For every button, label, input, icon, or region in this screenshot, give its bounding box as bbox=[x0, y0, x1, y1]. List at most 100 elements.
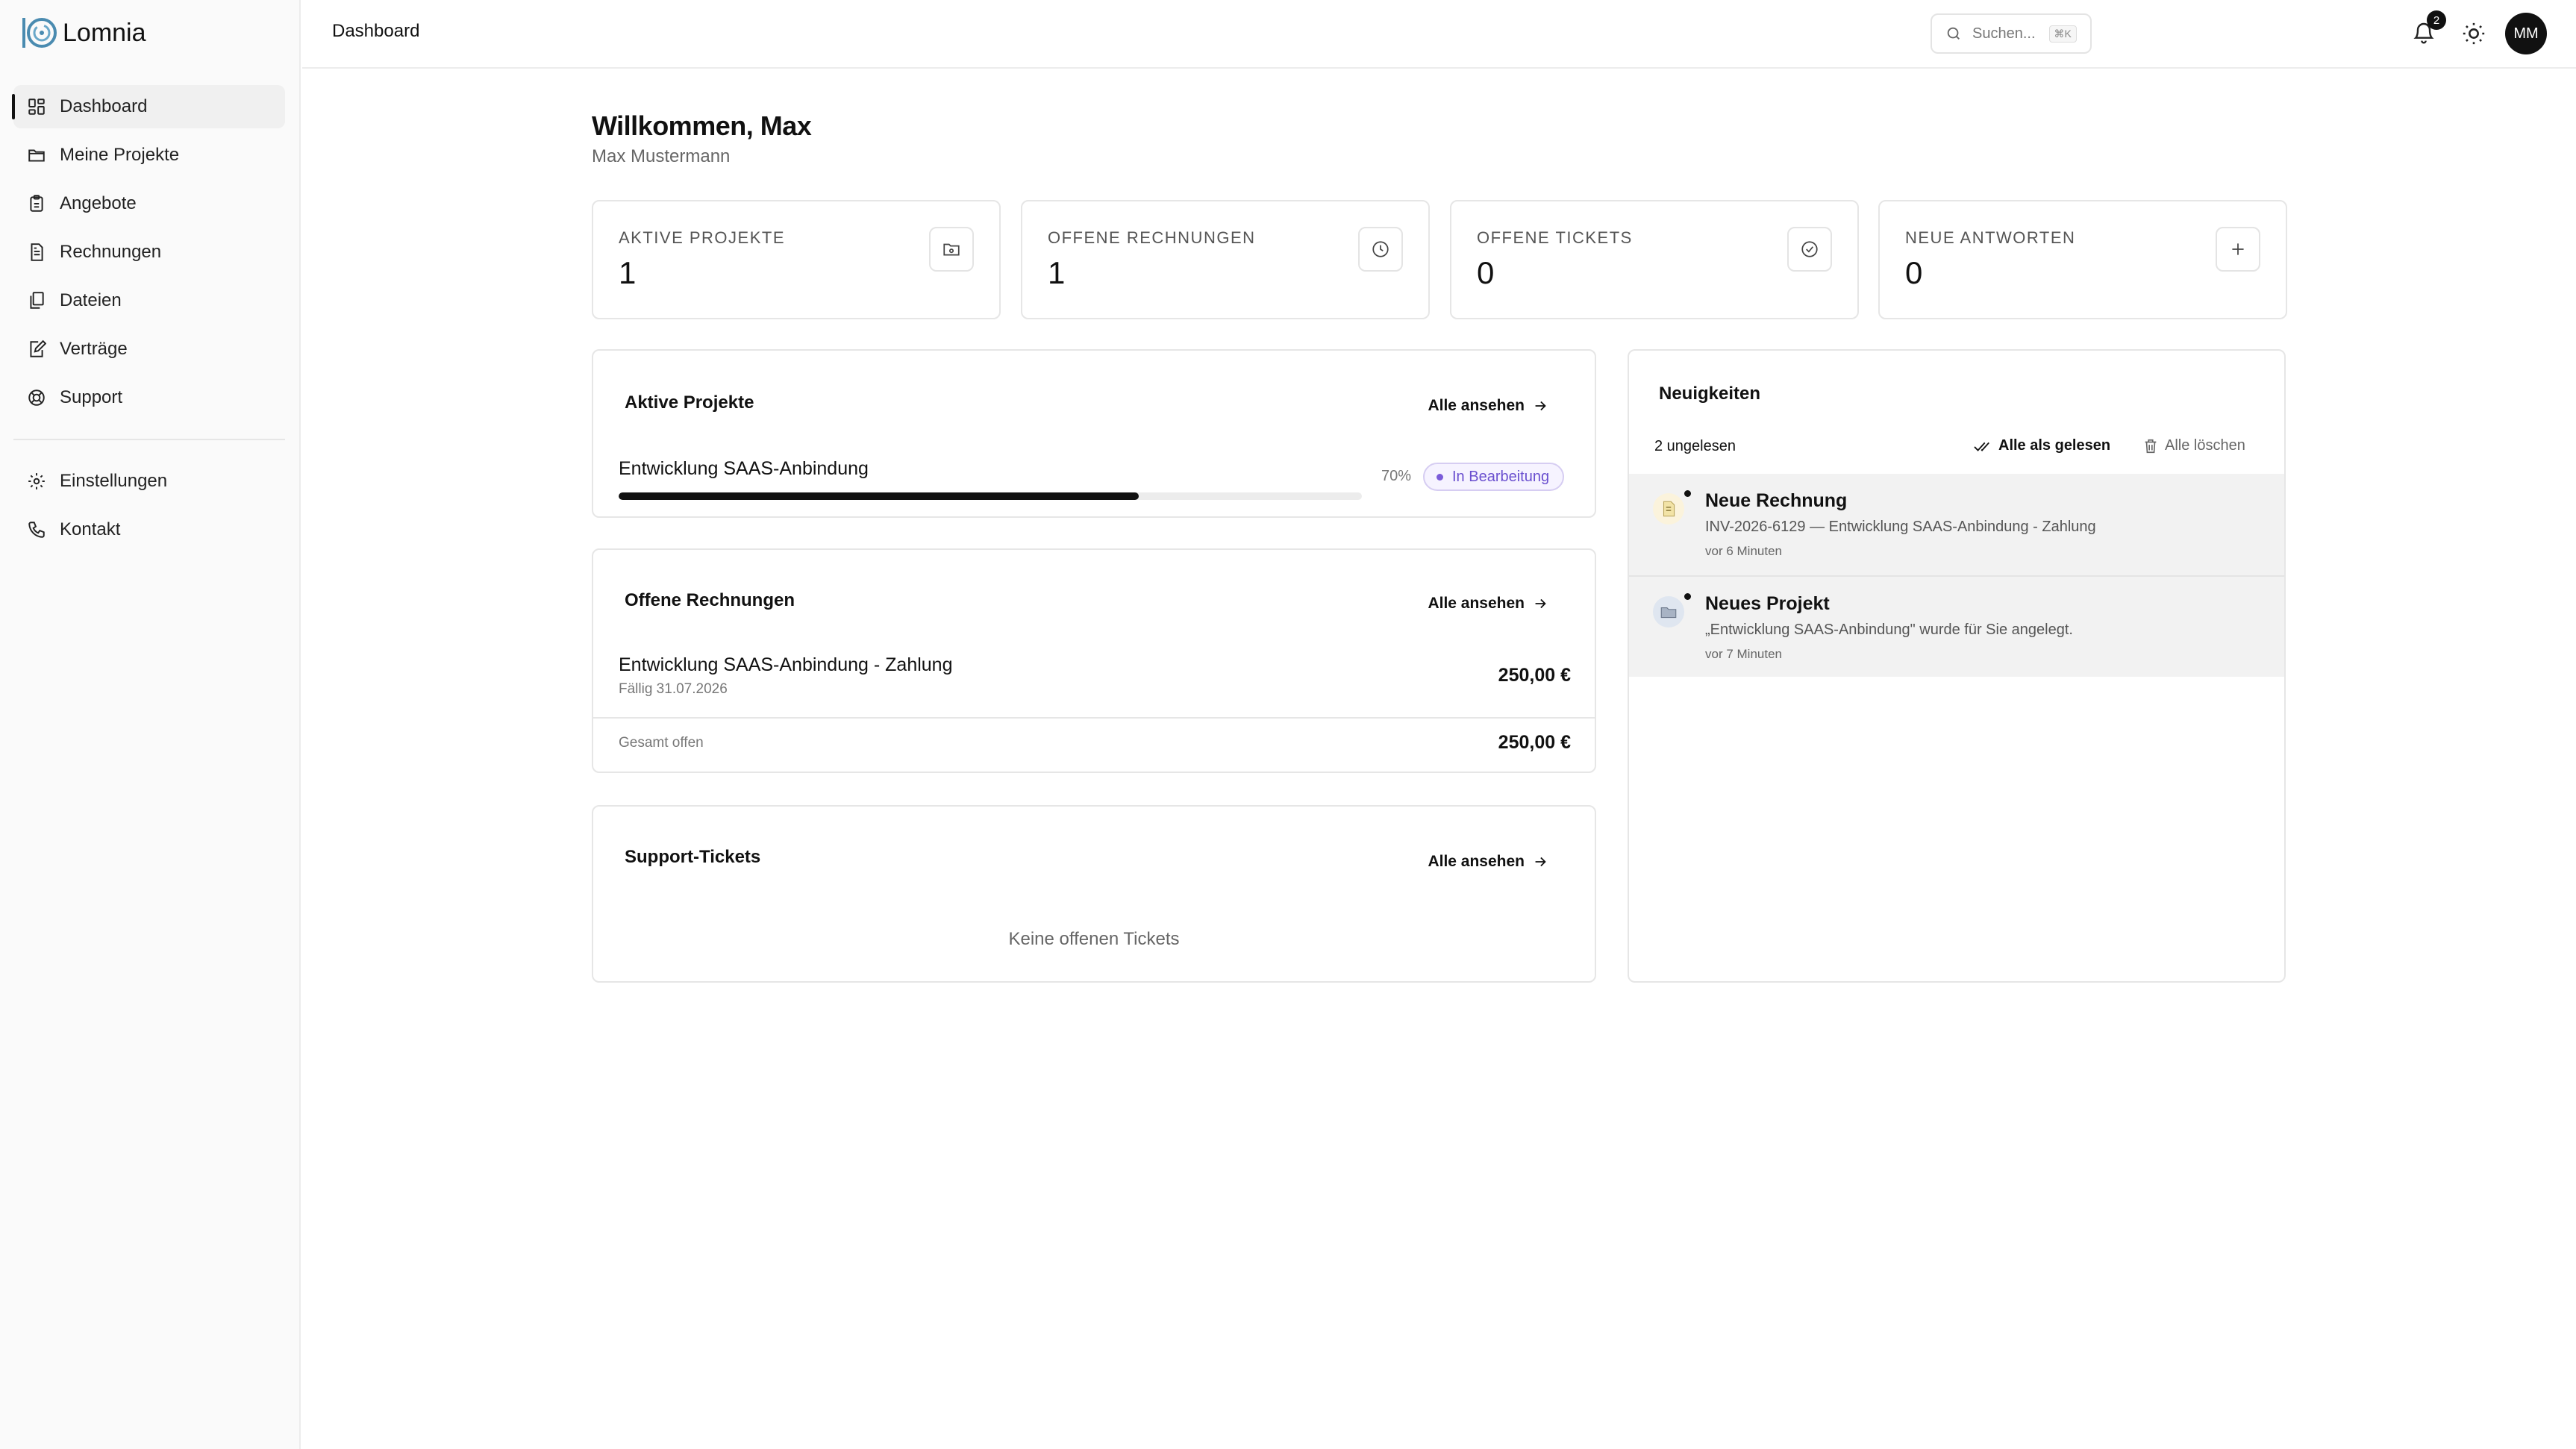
mark-all-read-label: Alle als gelesen bbox=[1998, 437, 2111, 454]
delete-all-button[interactable]: Alle löschen bbox=[2142, 437, 2245, 454]
sidebar-item-files[interactable]: Dateien bbox=[13, 279, 285, 322]
news-item[interactable]: Neues Projekt „Entwicklung SAAS-Anbindun… bbox=[1629, 575, 2284, 677]
contract-icon bbox=[30, 339, 46, 357]
files-icon bbox=[30, 292, 44, 309]
invoice-name[interactable]: Entwicklung SAAS-Anbindung - Zahlung bbox=[619, 654, 953, 676]
sidebar-item-projects[interactable]: Meine Projekte bbox=[13, 134, 285, 177]
brand[interactable]: Lomnia bbox=[21, 15, 146, 51]
stat-icon-box bbox=[2216, 227, 2260, 272]
project-icon bbox=[1660, 607, 1677, 619]
sidebar-divider bbox=[13, 439, 285, 440]
welcome-title: Willkommen, Max bbox=[592, 110, 812, 141]
search-input[interactable]: Suchen... ⌘K bbox=[1931, 13, 2092, 54]
arrow-right-icon bbox=[1535, 598, 1546, 609]
open-invoices-card: Offene Rechnungen Alle ansehen Entwicklu… bbox=[592, 548, 1596, 773]
news-card: Neuigkeiten 2 ungelesen Alle als gelesen… bbox=[1628, 349, 2286, 983]
page-title: Dashboard bbox=[332, 21, 420, 41]
sidebar-nav: Dashboard Meine Projekte Angebote Rechnu… bbox=[12, 85, 285, 425]
news-item-time: vor 7 Minuten bbox=[1705, 647, 1782, 661]
see-all-invoices-link[interactable]: Alle ansehen bbox=[1428, 595, 1548, 613]
lifebuoy-icon bbox=[28, 389, 45, 406]
trash-icon bbox=[2145, 439, 2157, 453]
invoice-due-date: Fällig 31.07.2026 bbox=[619, 681, 728, 697]
arrow-right-icon bbox=[1535, 401, 1546, 411]
sidebar-item-label: Meine Projekte bbox=[60, 145, 180, 165]
stat-card-open-invoices[interactable]: OFFENE RECHNUNGEN 1 bbox=[1021, 200, 1430, 319]
status-label: In Bearbeitung bbox=[1452, 468, 1550, 485]
card-title: Aktive Projekte bbox=[625, 392, 754, 413]
stat-value: 0 bbox=[1905, 255, 1923, 290]
card-title: Neuigkeiten bbox=[1659, 384, 1761, 404]
double-check-icon bbox=[1974, 442, 1989, 451]
total-open-label: Gesamt offen bbox=[619, 735, 704, 751]
arrow-right-icon bbox=[1535, 857, 1546, 867]
stat-label: OFFENE RECHNUNGEN bbox=[1048, 228, 1256, 247]
mark-all-read-button[interactable]: Alle als gelesen bbox=[1973, 437, 2110, 454]
stat-icon-box bbox=[1358, 227, 1403, 272]
project-progress-fill bbox=[619, 492, 1139, 500]
avatar[interactable]: MM bbox=[2505, 13, 2547, 54]
status-dot-icon bbox=[1437, 473, 1443, 481]
folder-icon bbox=[943, 243, 960, 256]
search-icon bbox=[1947, 27, 1960, 40]
card-title: Offene Rechnungen bbox=[625, 590, 795, 610]
stat-label: NEUE ANTWORTEN bbox=[1905, 228, 2076, 247]
sidebar: Lomnia Dashboard Meine Projekte Angebote… bbox=[0, 0, 301, 1449]
invoice-amount: 250,00 € bbox=[1498, 665, 1571, 686]
stat-icon-box bbox=[1787, 227, 1832, 272]
delete-all-label: Alle löschen bbox=[2165, 437, 2245, 454]
stat-card-active-projects[interactable]: AKTIVE PROJEKTE 1 bbox=[592, 200, 1001, 319]
sidebar-item-contact[interactable]: Kontakt bbox=[13, 508, 285, 551]
see-all-label: Alle ansehen bbox=[1428, 853, 1525, 870]
sidebar-item-invoices[interactable]: Rechnungen bbox=[13, 231, 285, 274]
sidebar-item-settings[interactable]: Einstellungen bbox=[13, 460, 285, 503]
sidebar-item-label: Rechnungen bbox=[60, 242, 162, 262]
card-title: Support-Tickets bbox=[625, 847, 761, 867]
sun-icon[interactable] bbox=[2461, 21, 2486, 46]
stat-label: AKTIVE PROJEKTE bbox=[619, 228, 785, 247]
stat-card-new-replies[interactable]: NEUE ANTWORTEN 0 bbox=[1878, 200, 2287, 319]
news-item-text: „Entwicklung SAAS-Anbindung" wurde für S… bbox=[1705, 622, 2073, 638]
news-item-title: Neue Rechnung bbox=[1705, 490, 1848, 511]
check-circle-icon bbox=[1801, 241, 1818, 257]
sidebar-item-contracts[interactable]: Verträge bbox=[13, 328, 285, 371]
sidebar-secondary-nav: Einstellungen Kontakt bbox=[13, 460, 285, 557]
sidebar-item-support[interactable]: Support bbox=[13, 376, 285, 419]
stat-value: 0 bbox=[1477, 255, 1495, 290]
plus-icon bbox=[2232, 243, 2244, 255]
phone-icon bbox=[28, 522, 45, 538]
invoice-icon bbox=[1663, 501, 1675, 517]
see-all-label: Alle ansehen bbox=[1428, 595, 1525, 612]
news-item-title: Neues Projekt bbox=[1705, 593, 1830, 614]
news-item[interactable]: Neue Rechnung INV-2026-6129 — Entwicklun… bbox=[1629, 474, 2284, 575]
news-item-time: vor 6 Minuten bbox=[1705, 544, 1782, 558]
gear-icon bbox=[28, 473, 45, 489]
see-all-projects-link[interactable]: Alle ansehen bbox=[1428, 397, 1548, 415]
search-placeholder: Suchen... bbox=[1972, 25, 2036, 42]
project-progress-percent: 70% bbox=[1381, 468, 1412, 484]
grid-icon bbox=[28, 98, 45, 115]
sidebar-item-offers[interactable]: Angebote bbox=[13, 182, 285, 225]
document-icon bbox=[31, 243, 43, 261]
stat-label: OFFENE TICKETS bbox=[1477, 228, 1633, 247]
sidebar-item-dashboard[interactable]: Dashboard bbox=[12, 85, 285, 128]
empty-state: Keine offenen Tickets bbox=[1008, 929, 1180, 949]
news-item-text: INV-2026-6129 — Entwicklung SAAS-Anbindu… bbox=[1705, 519, 2096, 535]
total-open-amount: 250,00 € bbox=[1498, 732, 1571, 753]
clipboard-icon bbox=[30, 195, 43, 212]
top-bar bbox=[302, 0, 2576, 69]
stat-card-open-tickets[interactable]: OFFENE TICKETS 0 bbox=[1450, 200, 1859, 319]
divider bbox=[593, 717, 1595, 719]
see-all-tickets-link[interactable]: Alle ansehen bbox=[1428, 853, 1548, 871]
notification-badge: 2 bbox=[2427, 10, 2446, 30]
stat-value: 1 bbox=[619, 255, 637, 290]
user-name: Max Mustermann bbox=[592, 146, 731, 166]
sidebar-item-label: Support bbox=[60, 387, 123, 407]
brand-name: Lomnia bbox=[63, 18, 146, 47]
clock-icon bbox=[1372, 241, 1389, 257]
sidebar-item-label: Kontakt bbox=[60, 519, 121, 539]
unread-dot-icon bbox=[1684, 490, 1691, 497]
project-name[interactable]: Entwicklung SAAS-Anbindung bbox=[619, 458, 869, 480]
project-progress-bar bbox=[619, 492, 1362, 500]
support-tickets-card: Support-Tickets Alle ansehen Keine offen… bbox=[592, 805, 1596, 983]
